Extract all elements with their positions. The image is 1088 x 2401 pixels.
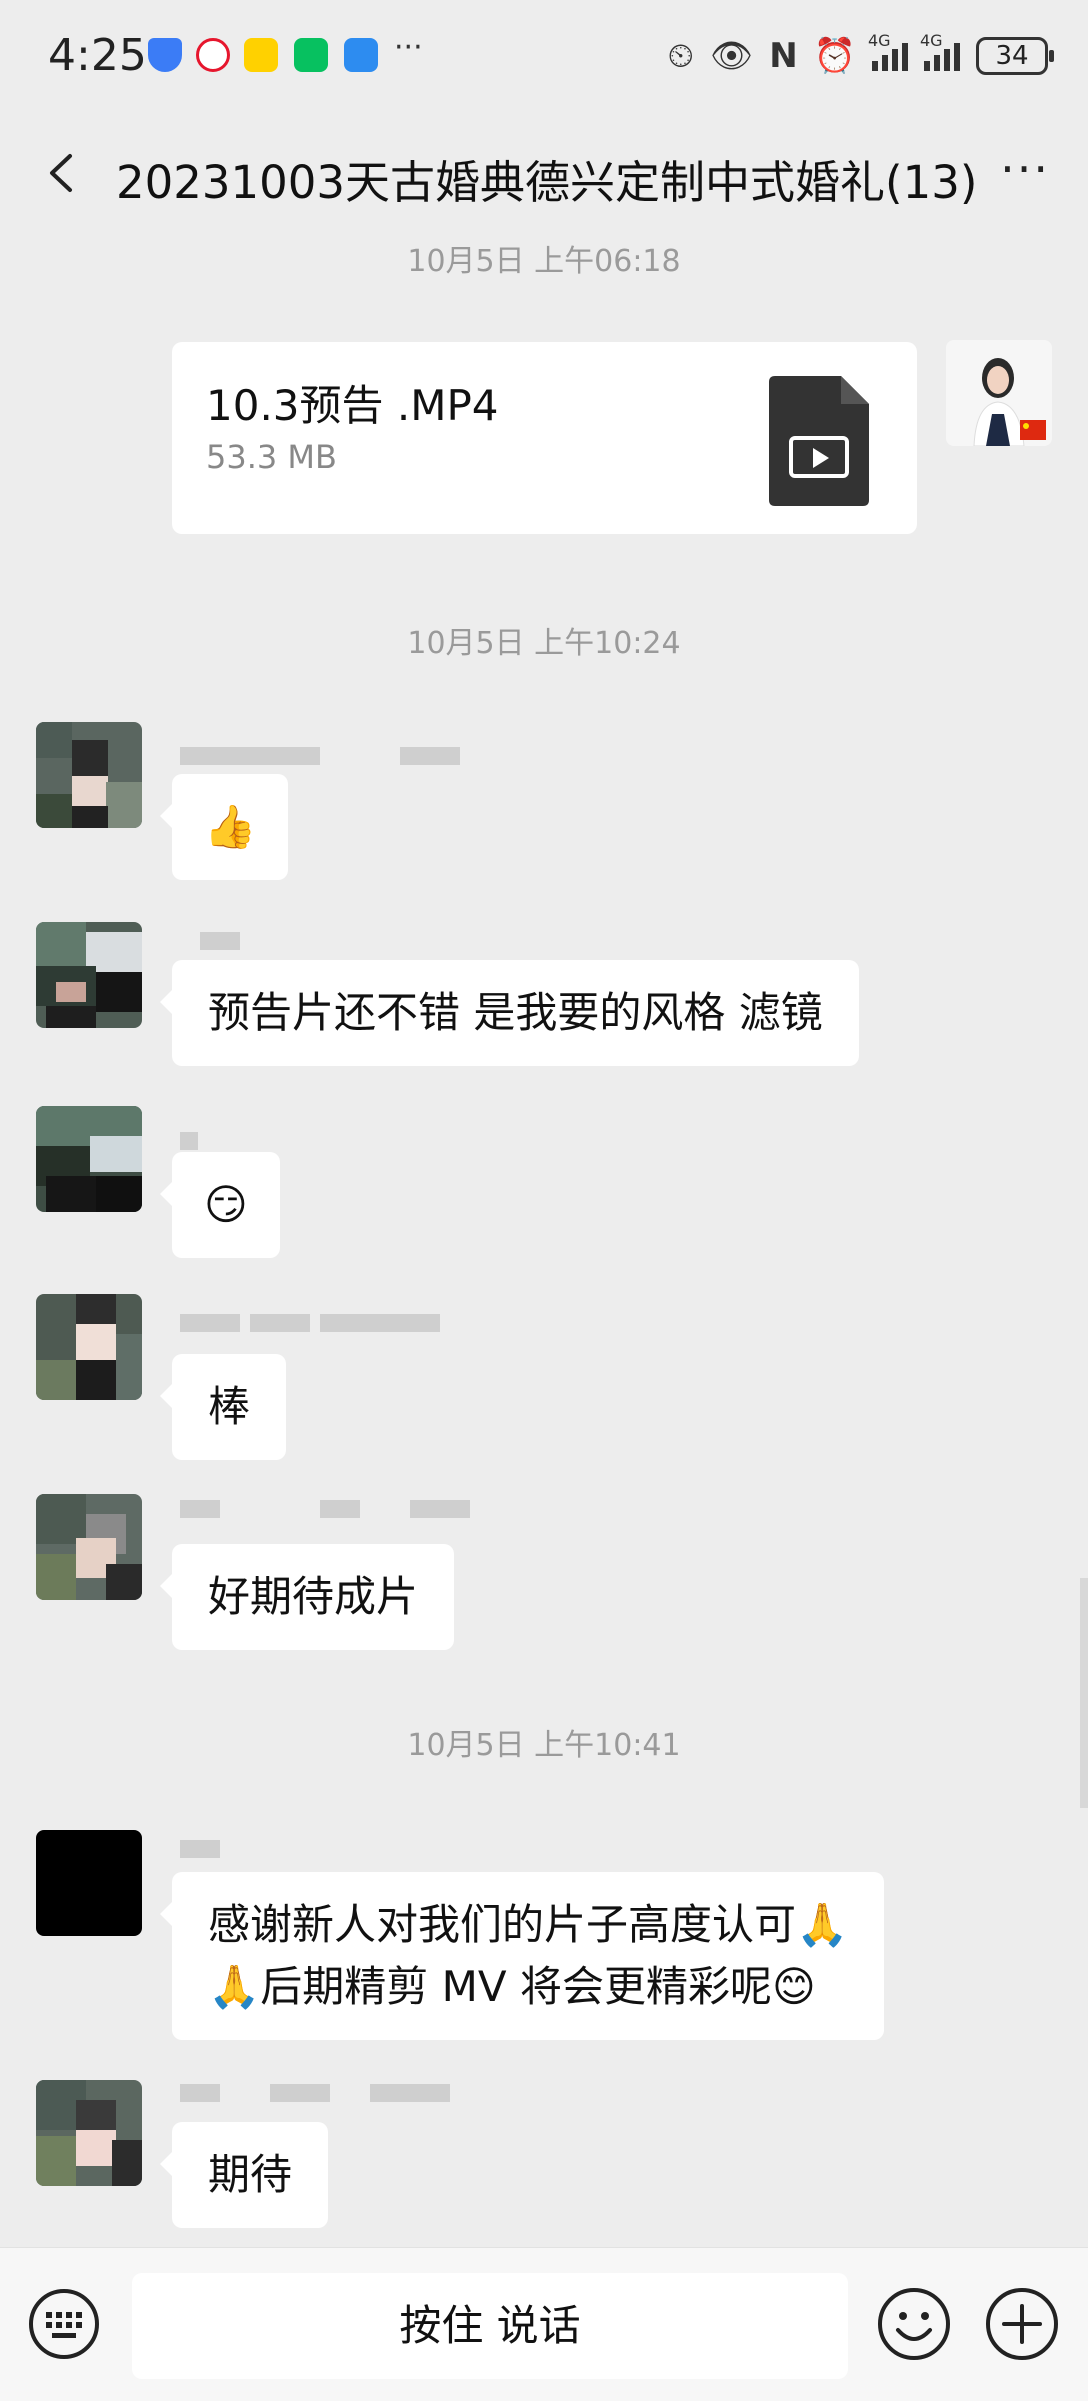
eye-comfort-icon: 👁 xyxy=(710,36,754,76)
keyboard-icon[interactable] xyxy=(28,2288,100,2360)
member-nickname xyxy=(180,1314,450,1332)
message-line: 🙏后期精剪 MV 将会更精彩呢😊 xyxy=(208,1962,816,2011)
pixelated-avatar-icon xyxy=(36,1494,142,1600)
wechat-app-icon xyxy=(294,38,328,72)
video-file-icon xyxy=(769,376,869,506)
pixelated-avatar-icon xyxy=(36,722,142,828)
message-bubble[interactable]: 👍 xyxy=(159,774,289,880)
chat-title: 20231003天古婚典德兴定制中式婚礼(13) xyxy=(116,156,978,209)
member-nickname xyxy=(180,932,250,950)
file-message[interactable]: 10.3预告 .MP4 53.3 MB xyxy=(172,342,917,534)
member-avatar[interactable] xyxy=(36,1106,142,1212)
timestamp: 10月5日 上午10:41 xyxy=(407,1728,681,1763)
back-arrow-icon[interactable] xyxy=(38,148,88,198)
status-bar: 4:25 ··· ⏲ 👁 N ⏰ 4G 4G 34 xyxy=(0,0,1088,110)
status-right-cluster: ⏲ 👁 N ⏰ 4G 4G 34 xyxy=(667,31,1054,76)
nfc-icon: N xyxy=(769,36,798,76)
member-avatar[interactable] xyxy=(36,1494,142,1600)
member-avatar[interactable] xyxy=(36,1830,142,1936)
alarm-icon: ⏰ xyxy=(813,36,856,76)
speed-icon: ⏲ xyxy=(667,36,695,76)
signal-icon: 4G xyxy=(920,31,960,71)
self-avatar[interactable] xyxy=(946,340,1052,446)
member-avatar[interactable] xyxy=(36,1294,142,1400)
status-time: 4:25 xyxy=(48,30,147,81)
member-nickname xyxy=(180,2084,460,2102)
member-avatar[interactable] xyxy=(36,922,142,1028)
message-bubble[interactable]: 预告片还不错 是我要的风格 滤镜 xyxy=(160,960,859,1066)
meituan-app-icon xyxy=(244,38,278,72)
timestamp: 10月5日 上午06:18 xyxy=(407,244,681,279)
battery-indicator: 34 xyxy=(976,37,1054,75)
avatar-portrait-icon xyxy=(946,340,1052,446)
message-bubble[interactable]: 感谢新人对我们的片子高度认可🙏 🙏后期精剪 MV 将会更精彩呢😊 xyxy=(159,1872,885,2040)
member-nickname xyxy=(180,1840,230,1858)
message-app-icon xyxy=(344,38,378,72)
pixelated-avatar-icon xyxy=(36,1294,142,1400)
file-size: 53.3 MB xyxy=(206,438,337,476)
more-notifications-icon: ··· xyxy=(394,30,423,65)
chat-header: 20231003天古婚典德兴定制中式婚礼(13) ··· xyxy=(0,120,1088,230)
emoji-icon[interactable] xyxy=(876,2286,952,2362)
hold-to-talk-button[interactable]: 按住 说话 xyxy=(132,2273,848,2379)
message-bubble[interactable]: 😏 xyxy=(160,1152,280,1258)
plus-icon[interactable] xyxy=(984,2286,1060,2362)
pixelated-avatar-icon xyxy=(36,922,142,1028)
pixelated-avatar-icon xyxy=(36,2080,142,2186)
message-bubble[interactable]: 期待 xyxy=(159,2122,329,2228)
member-nickname xyxy=(180,1132,208,1150)
weibo-app-icon xyxy=(196,38,230,72)
message-bubble[interactable]: 棒 xyxy=(159,1354,287,1460)
message-line: 感谢新人对我们的片子高度认可🙏 xyxy=(208,1900,849,1949)
signal-icon: 4G xyxy=(868,31,908,71)
network-type-label: 4G xyxy=(868,31,891,50)
member-nickname xyxy=(180,747,470,765)
member-nickname xyxy=(180,1500,480,1518)
scrollbar[interactable] xyxy=(1080,1578,1088,1808)
timestamp: 10月5日 上午10:24 xyxy=(407,626,681,661)
member-avatar[interactable] xyxy=(36,722,142,828)
pixelated-avatar-icon xyxy=(36,1106,142,1212)
network-type-label: 4G xyxy=(920,31,943,50)
member-avatar[interactable] xyxy=(36,2080,142,2186)
more-options-icon[interactable]: ··· xyxy=(1000,142,1050,196)
input-bar: 按住 说话 xyxy=(0,2247,1088,2401)
message-bubble[interactable]: 好期待成片 xyxy=(159,1544,455,1650)
shield-app-icon xyxy=(148,38,182,72)
file-name: 10.3预告 .MP4 xyxy=(206,381,499,430)
